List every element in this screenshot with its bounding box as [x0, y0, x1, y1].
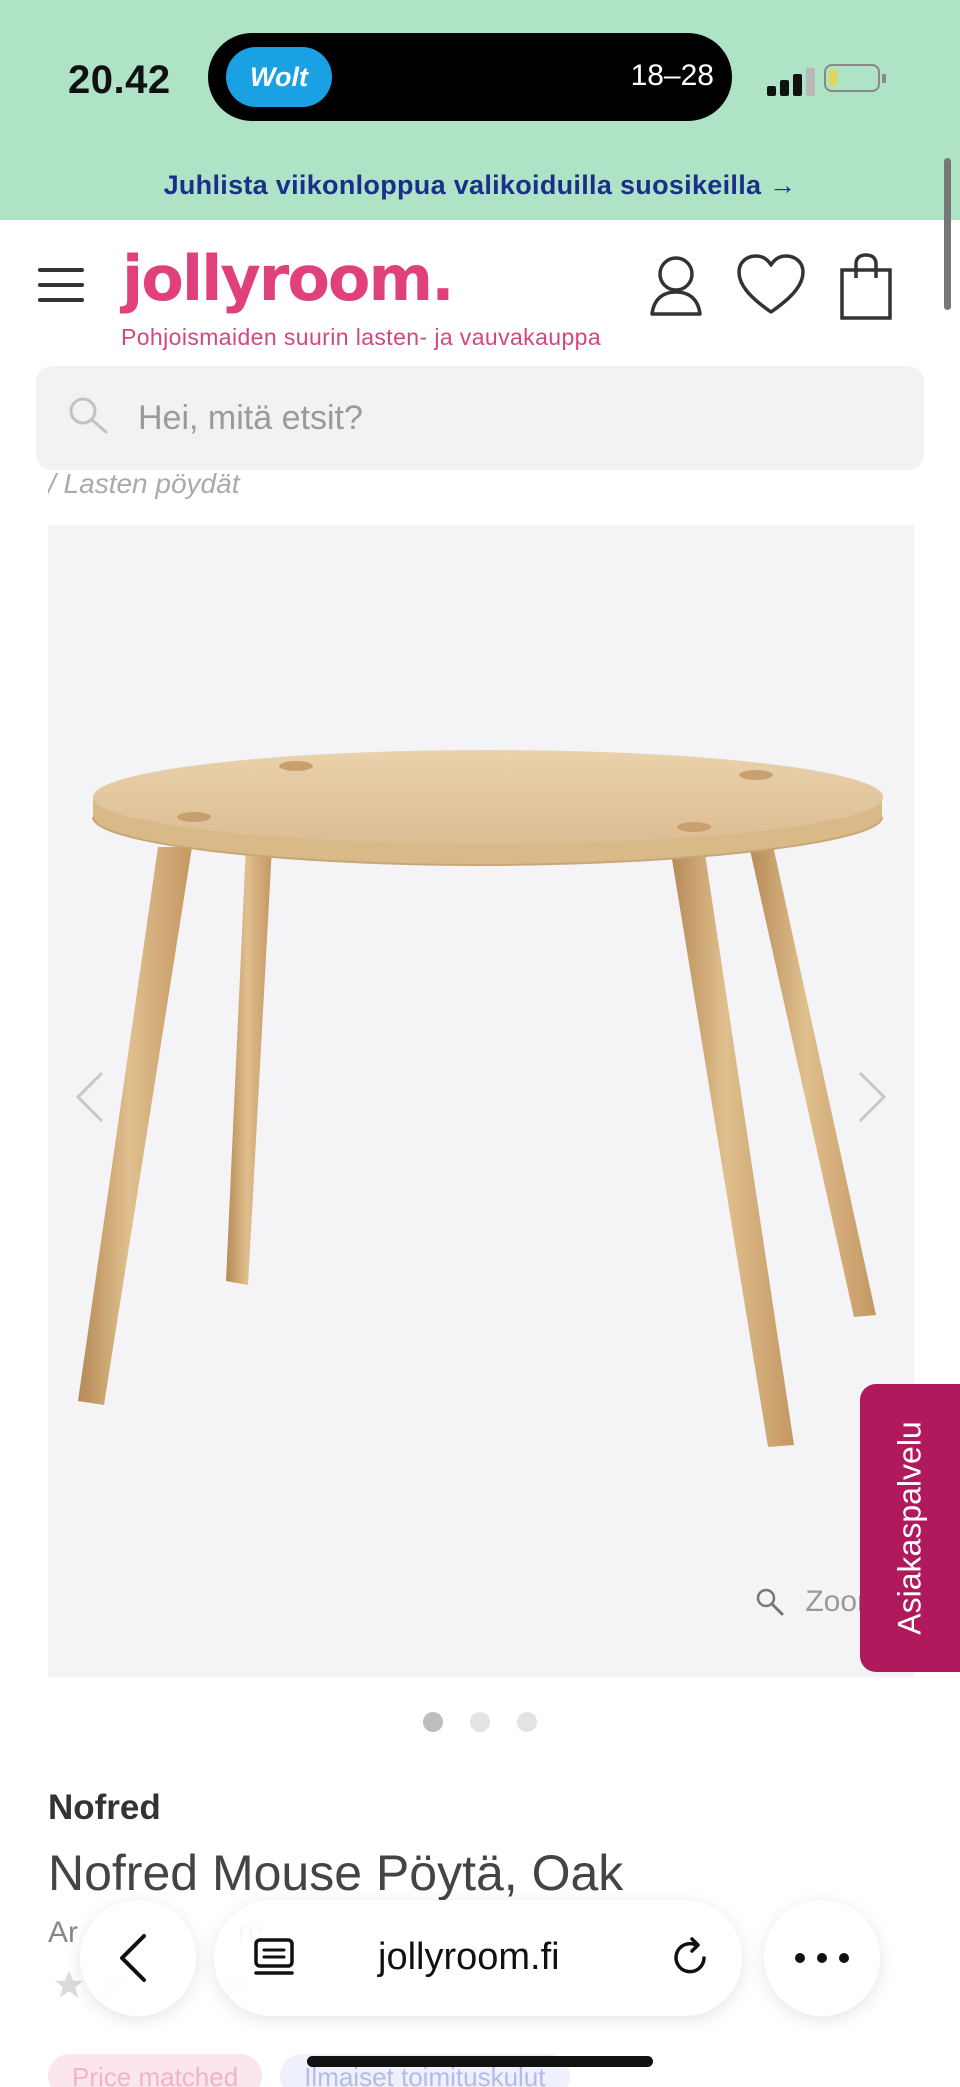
gallery-prev-arrow-icon[interactable] — [68, 1065, 112, 1129]
browser-toolbar: jollyroom.fi — [0, 1888, 960, 2018]
promo-banner[interactable]: Juhlista viikonloppua valikoiduilla suos… — [0, 150, 960, 220]
gallery-dot-3[interactable] — [517, 1712, 537, 1732]
address-bar[interactable]: jollyroom.fi — [214, 1900, 742, 2016]
cellular-signal-icon — [767, 68, 815, 96]
back-button[interactable] — [80, 1900, 196, 2016]
delivery-eta: 18–28 — [630, 59, 714, 92]
tabs-icon[interactable] — [244, 1928, 304, 1988]
reload-icon[interactable] — [660, 1928, 720, 1988]
back-icon — [120, 1934, 146, 1982]
product-image-table[interactable] — [48, 525, 914, 1677]
search-input[interactable] — [138, 366, 898, 470]
status-bar: 20.42 Wolt 18–28 — [0, 0, 960, 150]
status-time: 20.42 — [68, 58, 171, 102]
search-icon — [66, 394, 110, 438]
page-scrollbar[interactable] — [944, 158, 951, 310]
more-icon — [795, 1953, 849, 1963]
tag-price-matched: Price matched — [48, 2054, 263, 2087]
cart-icon[interactable] — [836, 252, 900, 320]
promo-banner-text[interactable]: Juhlista viikonloppua valikoiduilla suos… — [164, 170, 797, 201]
search-bar[interactable] — [36, 366, 924, 470]
site-tagline: Pohjoismaiden suurin lasten- ja vauvakau… — [121, 324, 602, 350]
home-indicator[interactable] — [307, 2056, 653, 2067]
wishlist-icon[interactable] — [736, 252, 805, 320]
gallery-dot-1[interactable] — [423, 1712, 443, 1732]
url-text: jollyroom.fi — [378, 1936, 560, 1978]
battery-icon — [824, 64, 886, 92]
account-icon[interactable] — [644, 252, 708, 320]
product-brand[interactable]: Nofred — [48, 1788, 161, 1828]
site-header: jollyroom. Pohjoismaiden suurin lasten- … — [0, 220, 960, 360]
wolt-live-activity-badge: Wolt — [226, 47, 332, 107]
customer-service-tab[interactable]: Asiakaspalvelu — [860, 1384, 960, 1672]
gallery-dot-2[interactable] — [470, 1712, 490, 1732]
gallery-pagination — [0, 1712, 960, 1732]
dynamic-island[interactable]: Wolt 18–28 — [208, 33, 732, 121]
more-button[interactable] — [764, 1900, 880, 2016]
zoom-icon — [757, 1588, 784, 1616]
breadcrumb: / Lasten pöydät — [48, 460, 548, 500]
site-logo[interactable]: jollyroom. — [122, 242, 455, 315]
product-image-gallery[interactable]: Zoom — [48, 525, 914, 1677]
gallery-next-arrow-icon[interactable] — [850, 1065, 894, 1129]
customer-service-label: Asiakaspalvelu — [891, 1421, 928, 1635]
menu-icon[interactable] — [38, 268, 84, 304]
breadcrumb-current[interactable]: / Lasten pöydät — [48, 468, 239, 500]
